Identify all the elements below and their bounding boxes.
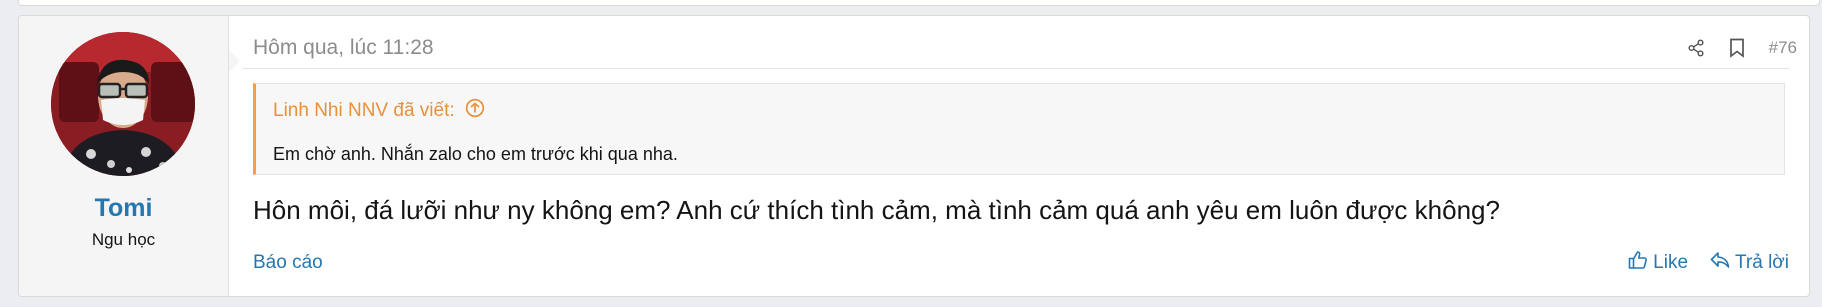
quote-header[interactable]: Linh Nhi NNV đã viết: <box>273 98 485 124</box>
avatar[interactable] <box>51 32 195 176</box>
like-label: Like <box>1653 252 1689 273</box>
previous-post-bottom-edge <box>18 0 1820 6</box>
username[interactable]: Tomi <box>19 194 228 223</box>
reply-button[interactable]: Trả lời <box>1710 250 1789 276</box>
quote-author-label[interactable]: Linh Nhi NNV đã viết: <box>273 100 455 122</box>
quote-body: Em chờ anh. Nhắn zalo cho em trước khi q… <box>273 144 678 164</box>
post-footer-actions: Like Trả lời <box>1628 250 1789 276</box>
post-number[interactable]: #76 <box>1769 38 1797 58</box>
post-main: Hôm qua, lúc 11:28 #76 Linh Nhi NNV đã v… <box>229 16 1809 296</box>
quote-block: Linh Nhi NNV đã viết: Em chờ anh. Nhắn z… <box>253 83 1785 175</box>
user-title: Ngu học <box>91 230 156 249</box>
arrow-up-circle-icon[interactable] <box>465 98 485 124</box>
header-divider <box>243 68 1789 69</box>
like-button[interactable]: Like <box>1628 250 1688 276</box>
thumbs-up-icon <box>1628 250 1648 276</box>
forum-post: Tomi Ngu học Hôm qua, lúc 11:28 #76 Linh… <box>18 15 1810 297</box>
reply-icon <box>1710 250 1730 276</box>
report-link[interactable]: Báo cáo <box>253 252 323 274</box>
reply-label: Trả lời <box>1735 252 1789 273</box>
post-header-actions: #76 <box>1687 38 1797 58</box>
post-message: Hôn môi, đá lưỡi như ny không em? Anh cứ… <box>253 195 1500 225</box>
user-info-column: Tomi Ngu học <box>19 16 240 296</box>
bookmark-icon[interactable] <box>1729 38 1745 58</box>
share-icon[interactable] <box>1687 39 1705 57</box>
post-date[interactable]: Hôm qua, lúc 11:28 <box>253 36 434 60</box>
